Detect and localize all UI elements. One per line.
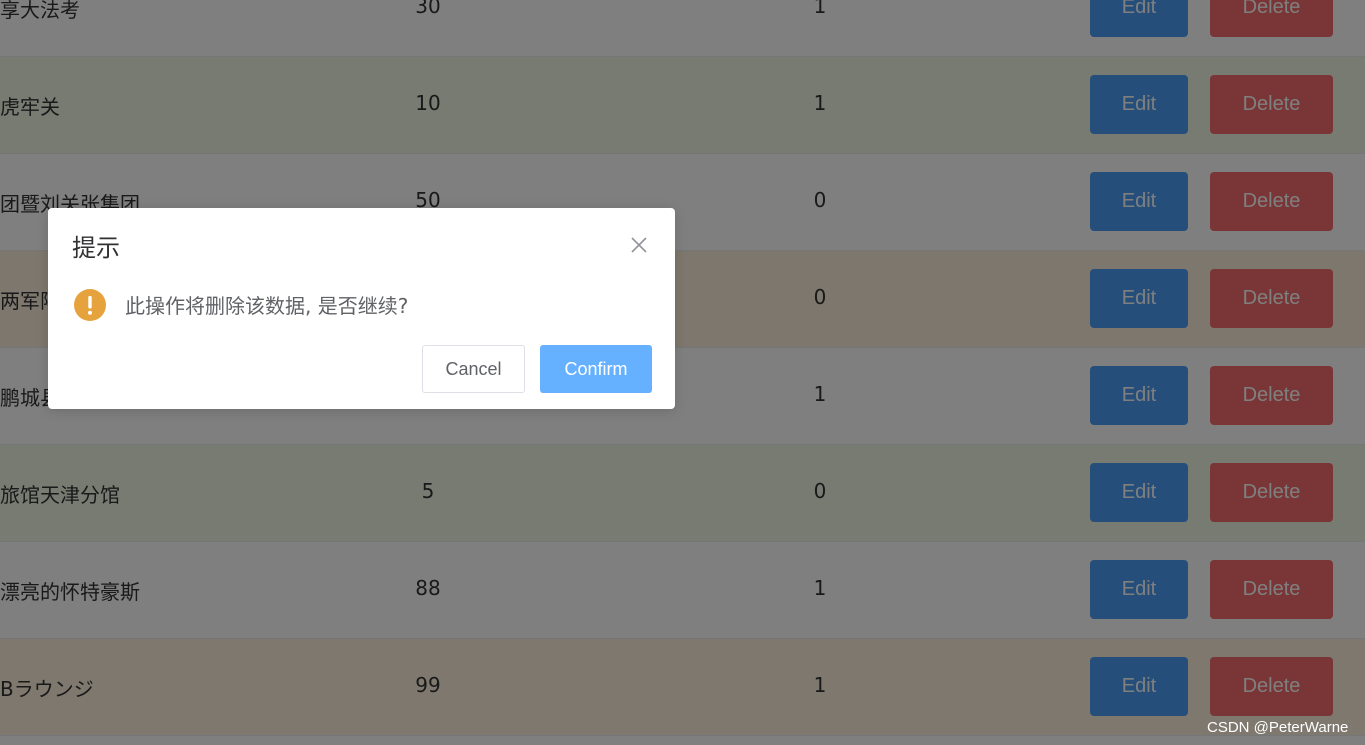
warning-icon (74, 289, 106, 321)
watermark: CSDN @PeterWarne (1207, 719, 1349, 736)
confirm-button[interactable]: Confirm (540, 345, 652, 393)
page: 享大法考 30 1 Edit Delete 虎牢关 10 1 Edit Dele… (0, 0, 1365, 745)
confirm-dialog: 提示 此操作将删除该数据, 是否继续? Cancel Confirm (48, 208, 675, 409)
close-icon[interactable] (628, 234, 650, 256)
dialog-message: 此操作将删除该数据, 是否继续? (125, 294, 409, 318)
dialog-title: 提示 (72, 234, 120, 262)
cancel-button[interactable]: Cancel (422, 345, 525, 393)
